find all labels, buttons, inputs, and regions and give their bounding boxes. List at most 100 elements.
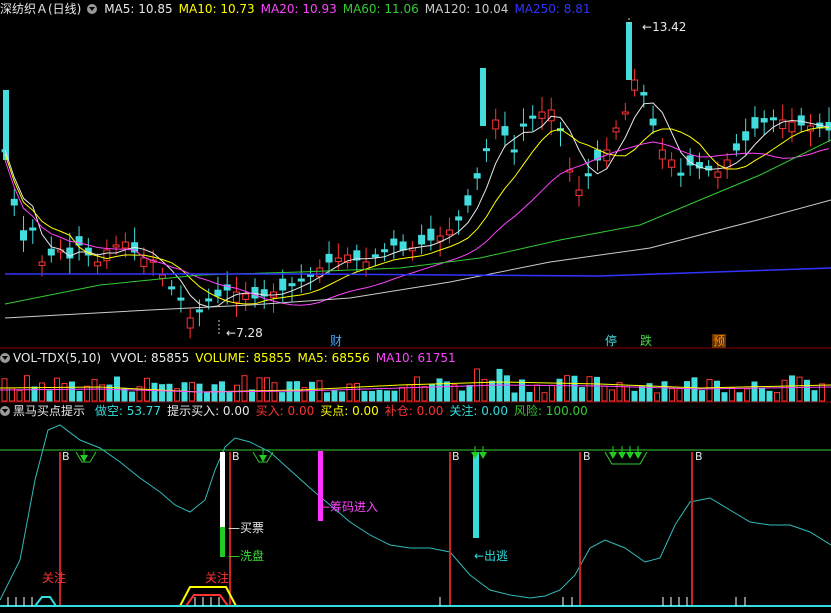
indicator-value-label: 关注: 0.00 <box>449 404 508 418</box>
volume-bar <box>789 375 795 402</box>
volume-bar <box>369 391 375 402</box>
candle-body <box>455 216 463 221</box>
candle-body <box>195 309 203 313</box>
b-marker: B <box>695 450 703 463</box>
event-marker-drop[interactable]: 跌 <box>640 334 652 348</box>
volume-bar <box>346 383 353 402</box>
candle-body <box>279 278 287 291</box>
candle-body <box>205 298 213 302</box>
volume-bar <box>736 392 743 402</box>
volume-bar <box>706 379 713 402</box>
volume-bar <box>766 390 773 402</box>
ma-value-label: MA120: 10.04 <box>424 2 509 16</box>
volume-bar <box>796 376 803 402</box>
volume-bar <box>631 390 638 402</box>
ma10-line <box>4 127 830 305</box>
volume-bar <box>151 382 158 402</box>
volume-bar <box>339 391 345 402</box>
candle-body <box>714 171 722 178</box>
dropdown-icon[interactable] <box>87 4 98 14</box>
volume-value-label: VVOL: 85855 <box>110 351 190 365</box>
indicator-value-label: 买点: 0.00 <box>320 404 379 418</box>
volume-bar <box>714 380 720 402</box>
ma-value-label: MA60: 11.06 <box>342 2 419 16</box>
stock-chart-canvas[interactable] <box>0 0 831 613</box>
down-arrow-icon <box>626 452 634 459</box>
volume-bar <box>256 377 263 402</box>
volume-bar <box>361 390 368 402</box>
volume-bar <box>166 383 173 402</box>
volume-bar <box>721 392 728 402</box>
volume-bar <box>669 388 675 402</box>
volume-bar <box>624 386 630 402</box>
volume-bar <box>466 384 473 402</box>
watch-label: 关注 <box>205 571 230 585</box>
volume-bar <box>654 392 660 402</box>
volume-bar <box>571 375 578 402</box>
volume-value-label: VOLUME: 85855 <box>195 351 292 365</box>
volume-bar <box>46 390 53 402</box>
ma-value-label: MA20: 10.93 <box>260 2 337 16</box>
candle-body <box>519 123 527 127</box>
volume-value-label: MA5: 68556 <box>297 351 370 365</box>
candle-body <box>20 230 28 241</box>
volume-bar <box>204 392 210 402</box>
down-arrow-icon <box>609 452 617 459</box>
volume-bar <box>534 384 540 402</box>
candle-body <box>288 283 296 287</box>
volume-bar <box>121 388 128 402</box>
candle-body <box>473 173 481 179</box>
candle-body <box>492 119 500 130</box>
candle-body <box>668 159 676 168</box>
candle-body <box>788 121 796 133</box>
candle-body <box>742 131 750 141</box>
candle-body <box>418 234 426 245</box>
low-price-label: ←7.28 <box>226 326 263 340</box>
buy-ticket-label: —买票 <box>228 521 265 535</box>
dropdown-icon[interactable] <box>0 406 10 416</box>
ma60-line <box>4 139 831 305</box>
event-marker-halt[interactable]: 停 <box>605 334 617 348</box>
volume-bar <box>511 392 518 402</box>
candle-body <box>510 149 518 153</box>
candle-body <box>94 261 102 267</box>
short-line <box>0 424 831 601</box>
volume-bar <box>324 392 330 402</box>
volume-bar <box>811 390 818 402</box>
candle-body <box>640 92 648 96</box>
indicator-value-label: 买入: 0.00 <box>255 404 315 418</box>
candle-body <box>140 257 148 267</box>
candle-body <box>168 286 176 290</box>
ma-value-label: MA5: 10.85 <box>104 2 173 16</box>
volume-bar <box>444 381 450 402</box>
event-marker-forecast[interactable]: 预 <box>712 334 727 348</box>
b-marker: B <box>232 450 240 463</box>
candle-body <box>371 254 379 258</box>
down-arrow-icon <box>259 455 267 462</box>
volume-bar <box>31 386 38 402</box>
b-marker: B <box>452 450 460 463</box>
event-marker-finance[interactable]: 财 <box>330 334 342 348</box>
volume-bar <box>414 376 420 402</box>
volume-bar <box>579 387 585 402</box>
candle-body <box>584 173 592 177</box>
candle-body <box>10 198 18 206</box>
buy-ticket-bar <box>220 452 225 527</box>
candle-body <box>381 249 389 253</box>
dropdown-icon[interactable] <box>0 353 10 363</box>
watch-shape <box>185 594 229 607</box>
volume-bar <box>744 388 750 402</box>
volume-bar <box>616 382 623 402</box>
candle-body <box>334 257 342 263</box>
candle-body <box>399 241 407 251</box>
candle-body <box>445 229 453 236</box>
down-arrow-icon <box>618 452 626 459</box>
down-arrow-icon <box>634 452 642 459</box>
candle-body <box>631 79 639 91</box>
candle-body <box>427 228 435 241</box>
volume-bar <box>226 390 233 402</box>
escape-bar <box>473 452 479 538</box>
volume-bar <box>16 390 23 402</box>
chips-in-label: ←筹码进入 <box>320 500 379 514</box>
candle-body <box>621 111 629 115</box>
